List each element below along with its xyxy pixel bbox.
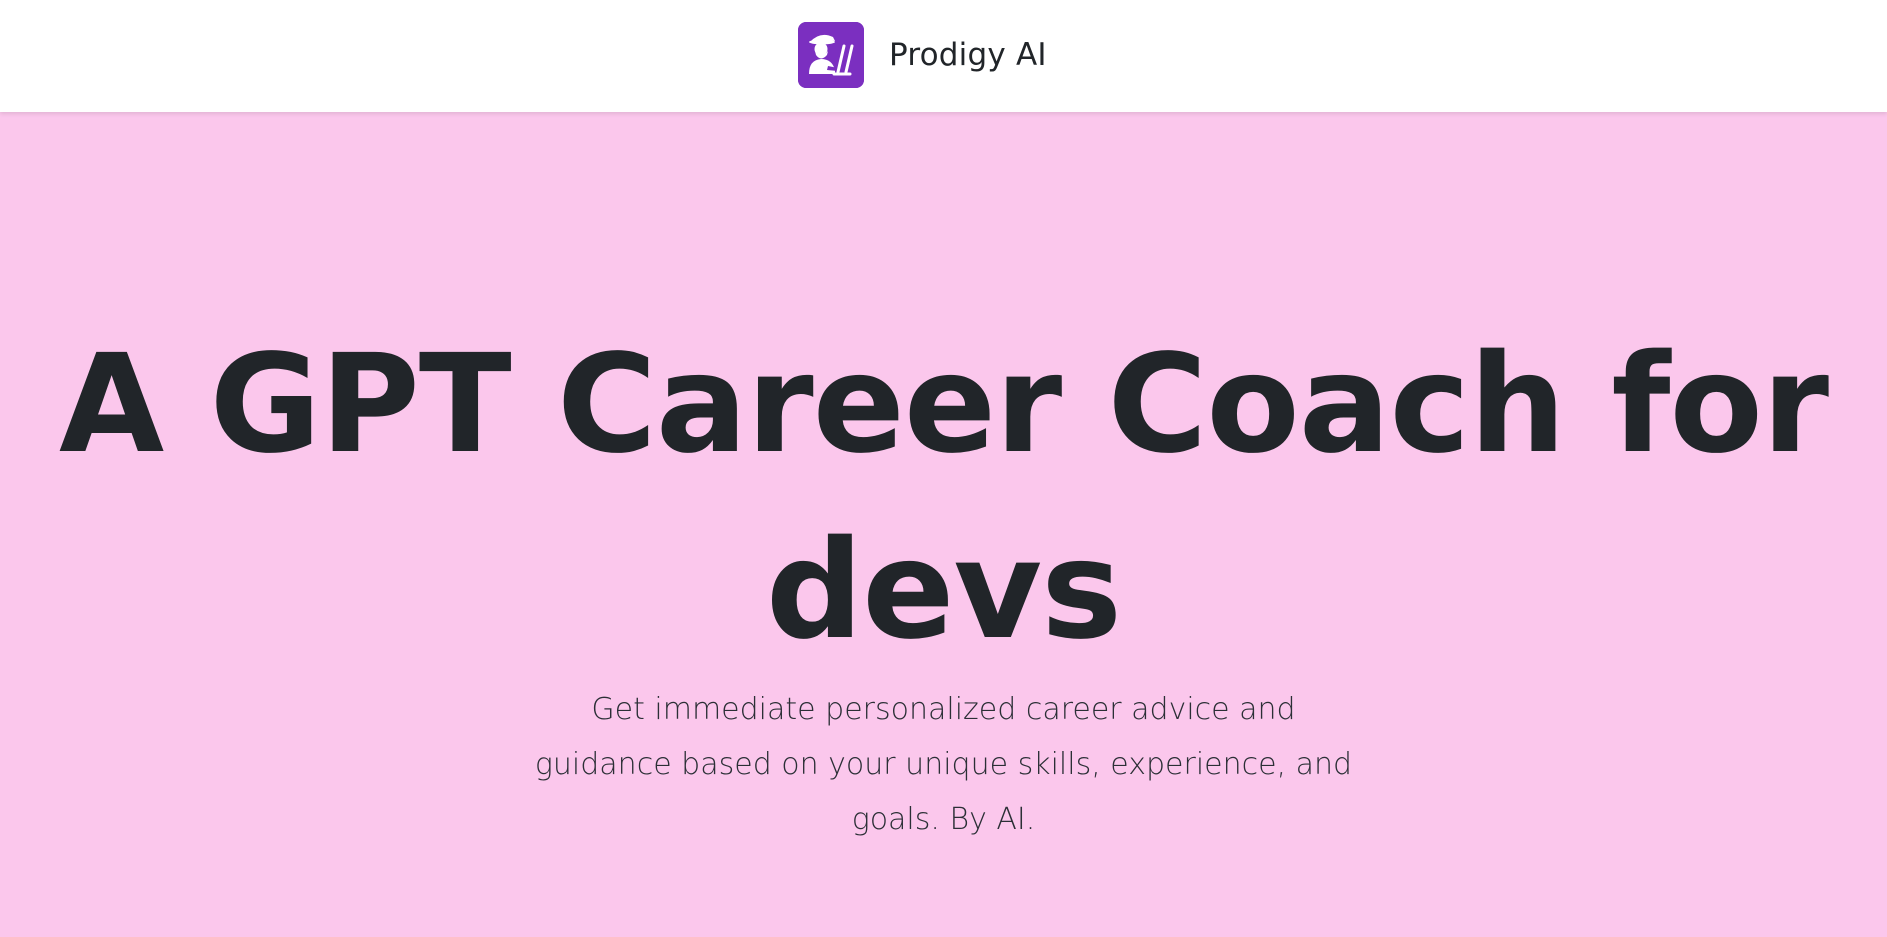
developer-at-laptop-icon — [798, 22, 864, 88]
brand-link[interactable]: Prodigy AI — [798, 22, 1047, 88]
brand-name: Prodigy AI — [889, 37, 1047, 73]
hero-headline: A GPT Career Coach for devs — [58, 326, 1829, 670]
hero-section: A GPT Career Coach for devs Get immediat… — [0, 112, 1887, 937]
hero-lead-text: Get immediate personalized career advice… — [534, 692, 1353, 837]
top-navbar: Prodigy AI — [0, 0, 1887, 112]
